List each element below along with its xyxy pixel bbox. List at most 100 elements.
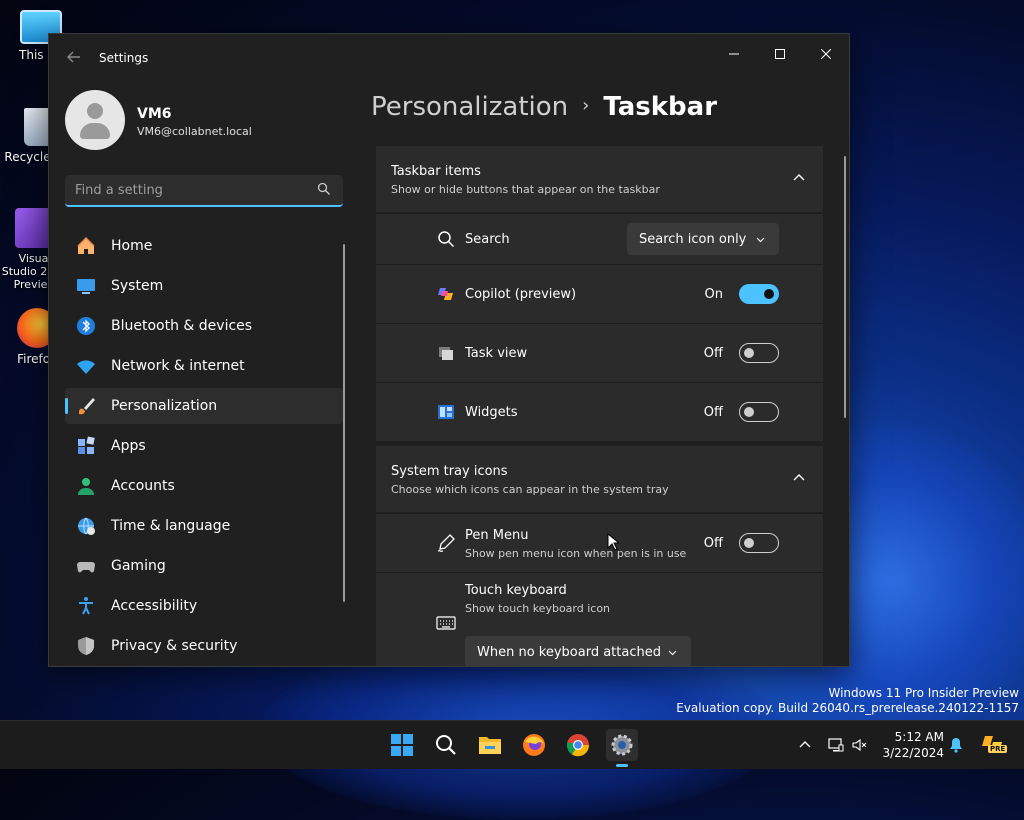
toggle-knob: [744, 348, 754, 358]
maximize-button[interactable]: [757, 40, 803, 70]
toggle-state-label: On: [704, 287, 723, 302]
section-subtitle: Show or hide buttons that appear on the …: [391, 183, 660, 196]
shield-icon: [75, 635, 97, 657]
taskbar-items-header[interactable]: Taskbar items Show or hide buttons that …: [376, 146, 823, 213]
taskbar-firefox[interactable]: [518, 729, 550, 761]
profile-name: VM6: [137, 106, 172, 122]
accounts-icon: [75, 475, 97, 497]
chevron-up-icon[interactable]: [793, 472, 805, 484]
sidebar-scrollbar[interactable]: [343, 244, 345, 602]
sidebar-item-label: Time & language: [111, 518, 231, 534]
volume-muted-icon: [852, 738, 867, 752]
gamepad-icon: [75, 555, 97, 577]
avatar[interactable]: [65, 90, 125, 150]
copilot-pre-badge: PRE: [988, 745, 1008, 753]
content-scrollbar[interactable]: [844, 156, 846, 418]
sidebar-item-gaming[interactable]: Gaming: [65, 548, 343, 584]
pen-menu-toggle[interactable]: [739, 533, 779, 553]
keyboard-icon: [436, 613, 456, 633]
setting-label: Search: [465, 232, 510, 247]
setting-label: Pen Menu: [465, 528, 529, 543]
search-mode-dropdown[interactable]: Search icon only: [627, 223, 779, 255]
sidebar-item-accessibility[interactable]: Accessibility: [65, 588, 343, 624]
taskbar-chrome[interactable]: [562, 729, 594, 761]
tray-overflow-chevron[interactable]: [797, 737, 813, 753]
network-icon: [828, 738, 844, 752]
widgets-toggle[interactable]: [739, 402, 779, 422]
wifi-icon: [75, 355, 97, 377]
sidebar-item-time-language[interactable]: Time & language: [65, 508, 343, 544]
sidebar-item-home[interactable]: Home: [65, 228, 343, 264]
sidebar-item-apps[interactable]: Apps: [65, 428, 343, 464]
sidebar-item-personalization[interactable]: Personalization: [65, 388, 343, 424]
copilot-icon: [436, 284, 456, 304]
system-tray-card: System tray icons Choose which icons can…: [376, 446, 823, 666]
task-view-icon: [436, 343, 456, 363]
back-button[interactable]: [63, 48, 85, 70]
section-title: System tray icons: [391, 464, 508, 479]
tray-notifications[interactable]: [948, 737, 964, 753]
taskbar-items-card: Taskbar items Show or hide buttons that …: [376, 146, 823, 441]
tray-copilot[interactable]: PRE: [980, 732, 1008, 758]
start-button[interactable]: [386, 729, 418, 761]
sidebar-item-label: Accounts: [111, 478, 175, 494]
toggle-knob: [764, 289, 774, 299]
toggle-knob: [744, 407, 754, 417]
setting-row-copilot: Copilot (preview) On: [376, 264, 823, 323]
page-title: Taskbar: [603, 92, 718, 122]
chevron-up-icon[interactable]: [793, 172, 805, 184]
pen-icon: [436, 533, 456, 553]
clock-date: 3/22/2024: [882, 746, 944, 760]
bell-icon: [950, 738, 962, 753]
setting-label: Touch keyboard: [465, 583, 567, 598]
sidebar-item-label: Apps: [111, 438, 146, 454]
setting-label: Task view: [465, 346, 528, 361]
sidebar-item-bluetooth[interactable]: Bluetooth & devices: [65, 308, 343, 344]
copilot-toggle[interactable]: [739, 284, 779, 304]
active-app-indicator: [616, 764, 628, 767]
sidebar-item-label: Accessibility: [111, 598, 198, 614]
sidebar-item-system[interactable]: System: [65, 268, 343, 304]
toggle-state-label: Off: [703, 346, 723, 361]
sidebar-item-network[interactable]: Network & internet: [65, 348, 343, 384]
tray-network[interactable]: [828, 737, 844, 753]
sidebar-item-label: Gaming: [111, 558, 166, 574]
window-title: Settings: [99, 51, 149, 65]
taskbar-file-explorer[interactable]: [474, 729, 506, 761]
taskbar-clock[interactable]: 5:12 AM 3/22/2024: [880, 729, 944, 761]
section-subtitle: Choose which icons can appear in the sys…: [391, 483, 669, 496]
sidebar-item-label: Network & internet: [111, 358, 245, 374]
title-bar[interactable]: Settings: [49, 34, 849, 82]
setting-label: Widgets: [465, 405, 518, 420]
widgets-icon: [436, 402, 456, 422]
sidebar-item-label: Bluetooth & devices: [111, 318, 253, 334]
maximize-icon: [775, 49, 785, 59]
sidebar-item-label: Privacy & security: [111, 638, 238, 654]
dropdown-value: Search icon only: [639, 231, 747, 247]
back-arrow-icon: [67, 51, 80, 63]
close-button[interactable]: [803, 40, 849, 70]
clock-time: 5:12 AM: [894, 730, 944, 744]
search-box[interactable]: [65, 175, 343, 207]
minimize-button[interactable]: [711, 40, 757, 70]
globe-icon: [75, 515, 97, 537]
breadcrumb-parent[interactable]: Personalization: [371, 92, 568, 122]
system-icon: [75, 275, 97, 297]
taskbar-search-button[interactable]: [430, 729, 462, 761]
system-tray-header[interactable]: System tray icons Choose which icons can…: [376, 446, 823, 513]
profile-email: VM6@collabnet.local: [137, 125, 252, 138]
taskbar-settings[interactable]: [606, 729, 638, 767]
watermark-build: Evaluation copy. Build 26040.rs_prerelea…: [676, 701, 1019, 715]
tray-volume[interactable]: [852, 737, 868, 753]
settings-icon: [611, 734, 633, 756]
task-view-toggle[interactable]: [739, 343, 779, 363]
touch-keyboard-dropdown[interactable]: When no keyboard attached: [465, 636, 691, 666]
setting-sublabel: Show touch keyboard icon: [465, 602, 611, 615]
search-input[interactable]: [65, 175, 315, 205]
accessibility-icon: [75, 595, 97, 617]
setting-row-widgets: Widgets Off: [376, 382, 823, 441]
setting-label: Copilot (preview): [465, 287, 577, 302]
sidebar-item-accounts[interactable]: Accounts: [65, 468, 343, 504]
sidebar-item-privacy[interactable]: Privacy & security: [65, 628, 343, 664]
bluetooth-icon: [75, 315, 97, 337]
